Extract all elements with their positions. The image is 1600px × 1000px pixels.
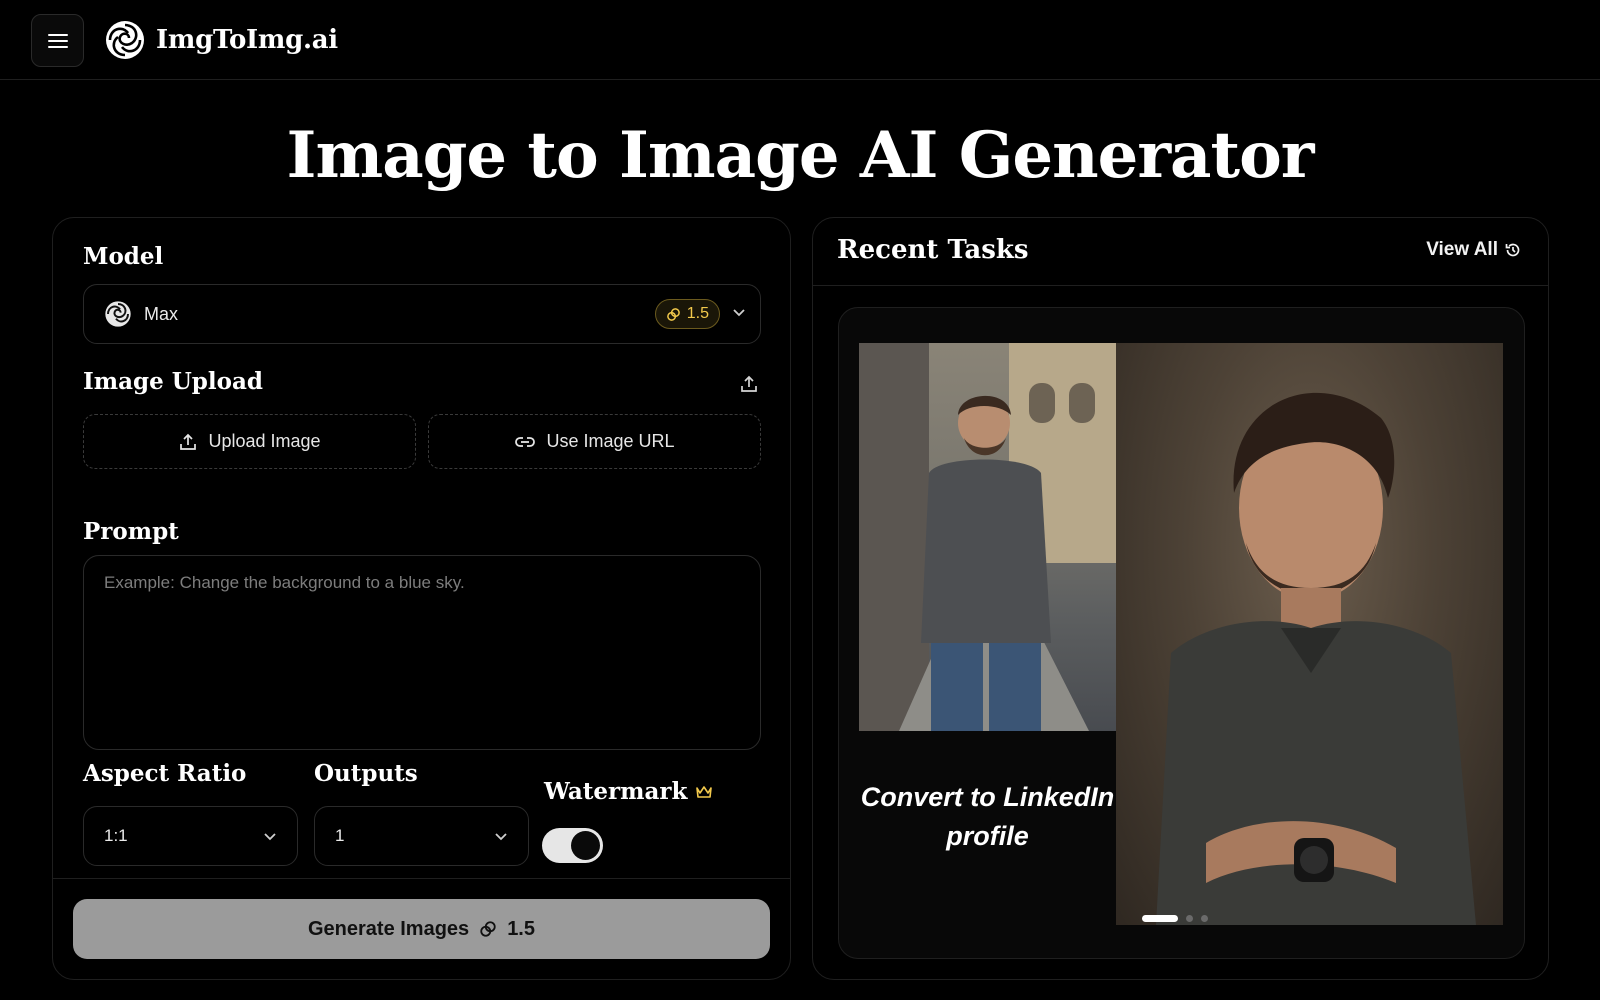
coin-link-icon <box>666 307 680 321</box>
chevron-down-icon <box>495 833 507 841</box>
carousel-dot-2[interactable] <box>1186 915 1193 922</box>
view-all-link[interactable]: View All <box>1426 239 1522 261</box>
chevron-down-icon <box>733 309 745 317</box>
before-image-illustration <box>859 343 1116 731</box>
after-image <box>1116 343 1503 925</box>
panel-divider <box>53 878 790 879</box>
after-image-illustration <box>1156 392 1476 925</box>
brand[interactable]: ImgToImg.ai <box>104 19 338 61</box>
watermark-label: Watermark <box>544 778 688 805</box>
carousel-dot-3[interactable] <box>1201 915 1208 922</box>
coin-link-icon <box>480 921 496 937</box>
watermark-label-group: Watermark <box>544 778 713 805</box>
menu-button[interactable] <box>31 14 84 67</box>
outputs-select[interactable]: 1 <box>314 806 529 866</box>
recent-tasks-title: Recent Tasks <box>837 235 1029 265</box>
link-icon <box>515 436 536 447</box>
use-image-url-label: Use Image URL <box>546 431 675 451</box>
recent-tasks-header: Recent Tasks View All <box>813 218 1548 286</box>
chevron-down-icon <box>264 833 276 841</box>
page-title: Image to Image AI Generator <box>286 118 1315 193</box>
toggle-knob <box>571 831 600 860</box>
hamburger-icon <box>47 33 68 48</box>
image-upload-label: Image Upload <box>83 368 263 395</box>
model-select[interactable]: Max 1.5 <box>83 284 761 344</box>
generate-images-button[interactable]: Generate Images 1.5 <box>73 899 770 959</box>
model-credit-badge: 1.5 <box>654 299 720 329</box>
generator-panel: Model Max 1.5 Image Upload Upload Image … <box>52 217 791 980</box>
before-image <box>859 343 1116 731</box>
upload-icon <box>180 433 197 450</box>
prompt-label: Prompt <box>83 518 179 545</box>
task-caption: Convert to LinkedIn profile <box>860 782 1115 851</box>
model-label: Model <box>83 243 164 270</box>
carousel-dot-1[interactable] <box>1142 915 1178 922</box>
upload-image-label: Upload Image <box>208 431 321 451</box>
generate-credits: 1.5 <box>507 917 535 940</box>
generate-label: Generate Images <box>307 917 470 940</box>
aspect-ratio-label: Aspect Ratio <box>83 760 247 787</box>
top-bar: ImgToImg.ai <box>0 0 1600 80</box>
carousel-dots <box>1142 915 1208 922</box>
recent-tasks-panel: Recent Tasks View All Convert to LinkedI… <box>812 217 1549 980</box>
use-image-url-button[interactable]: Use Image URL <box>428 414 761 469</box>
view-all-label: View All <box>1426 239 1498 260</box>
crown-icon <box>696 785 713 798</box>
brand-name: ImgToImg.ai <box>156 25 338 55</box>
aspect-ratio-select[interactable]: 1:1 <box>83 806 298 866</box>
model-value: Max <box>144 303 179 324</box>
outputs-value: 1 <box>335 826 345 845</box>
upload-icon[interactable] <box>739 374 759 394</box>
model-logo-icon <box>105 301 131 327</box>
history-icon <box>1505 243 1520 257</box>
recent-task-card[interactable]: Convert to LinkedIn profile <box>838 307 1525 959</box>
swirl-logo-icon <box>106 21 144 59</box>
model-credits: 1.5 <box>686 305 709 322</box>
prompt-input[interactable] <box>83 555 761 750</box>
outputs-label: Outputs <box>314 760 418 787</box>
watermark-toggle[interactable] <box>542 828 603 863</box>
upload-image-button[interactable]: Upload Image <box>83 414 416 469</box>
aspect-ratio-value: 1:1 <box>104 826 128 845</box>
